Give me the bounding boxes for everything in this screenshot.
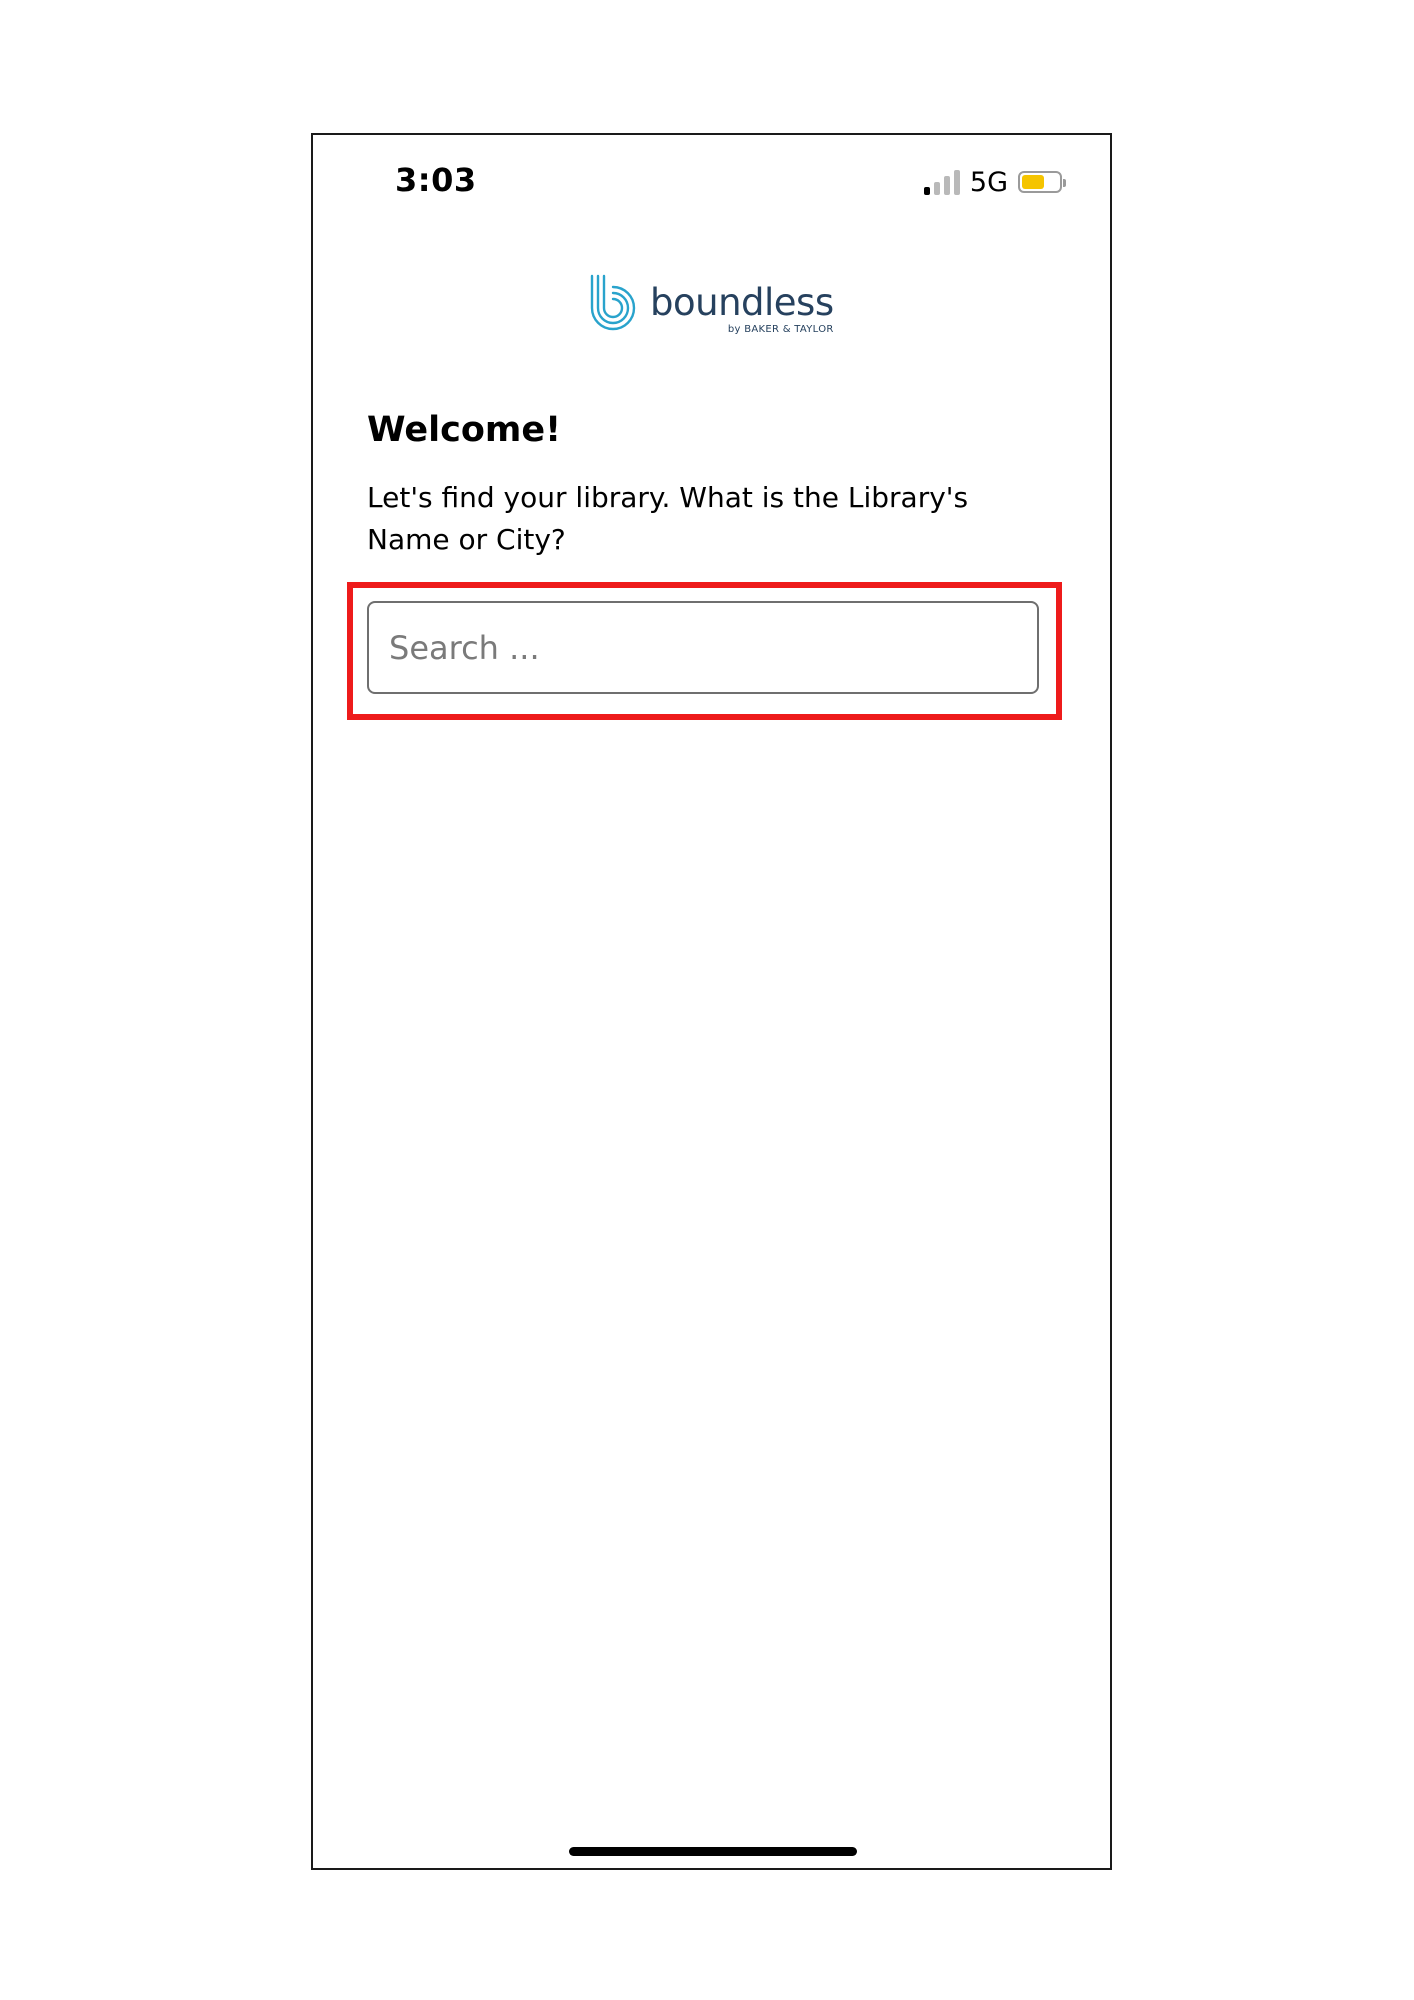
logo-text: boundless by BAKER & TAYLOR [650,281,834,336]
signal-bar [923,187,930,195]
signal-bar [943,176,950,195]
welcome-heading: Welcome! [367,410,562,450]
boundless-b-icon [590,274,636,331]
boundless-logo: boundless by BAKER & TAYLOR [588,274,834,336]
signal-bar [953,170,960,195]
signal-bar [933,182,940,195]
phone-screen: 3:03 5G boundless by BAKER & TAYLOR Welc… [311,133,1112,1870]
network-type: 5G [969,166,1008,198]
library-prompt: Let's find your library. What is the Lib… [367,481,969,556]
battery-icon [1018,171,1066,193]
battery-nub [1063,179,1066,187]
battery-level [1022,175,1044,189]
home-indicator[interactable] [569,1847,857,1856]
cellular-signal-icon [923,169,960,195]
logo-wordmark: boundless [650,281,834,324]
status-indicators: 5G [923,165,1066,199]
status-time: 3:03 [395,161,477,199]
logo-tagline: by BAKER & TAYLOR [727,324,834,335]
library-search-input[interactable] [367,601,1039,694]
